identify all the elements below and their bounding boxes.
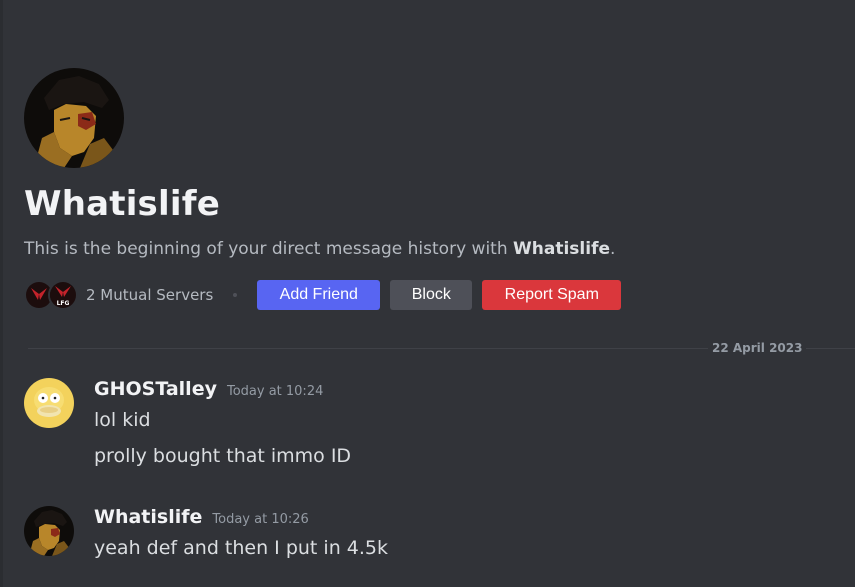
message-group: Whatislife Today at 10:26 yeah def and t… <box>24 506 844 566</box>
intro-prefix: This is the beginning of your direct mes… <box>24 239 514 259</box>
message-body: Whatislife Today at 10:26 yeah def and t… <box>94 506 844 560</box>
message-text: lol kid <box>94 409 151 431</box>
mutual-server-icon-lfg: LFG <box>48 280 78 310</box>
add-friend-button[interactable]: Add Friend <box>257 280 381 310</box>
message-author[interactable]: Whatislife <box>94 506 202 528</box>
separator-dot <box>233 293 238 297</box>
dm-header: Whatislife This is the beginning of your… <box>24 68 844 310</box>
report-spam-button[interactable]: Report Spam <box>482 280 622 310</box>
whatislife-avatar-image <box>24 506 74 556</box>
message-timestamp: Today at 10:24 <box>226 384 324 399</box>
message-group: GHOSTalley Today at 10:24 lol kid prolly… <box>24 378 844 468</box>
message-timestamp: Today at 10:26 <box>212 512 309 527</box>
mutual-servers-link[interactable]: 2 Mutual Servers <box>86 286 213 304</box>
message-header: Whatislife Today at 10:26 <box>94 506 844 532</box>
profile-avatar[interactable] <box>24 68 124 168</box>
message-avatar[interactable] <box>24 506 74 556</box>
message-avatar[interactable] <box>24 378 74 428</box>
intro-name: Whatislife <box>513 239 610 259</box>
message-body: GHOSTalley Today at 10:24 lol kid prolly… <box>94 378 844 468</box>
dm-intro-text: This is the beginning of your direct mes… <box>24 238 844 260</box>
left-edge <box>0 0 3 587</box>
mutual-server-icons[interactable]: LFG <box>24 280 78 310</box>
message-text: prolly bought that immo ID <box>94 445 352 467</box>
message-header: GHOSTalley Today at 10:24 <box>94 378 844 404</box>
message-author[interactable]: GHOSTalley <box>94 378 217 400</box>
date-divider-label: 22 April 2023 <box>708 341 807 355</box>
message-text: yeah def and then I put in 4.5k <box>94 537 388 559</box>
profile-avatar-image <box>24 68 124 168</box>
mutual-icon-label: LFG <box>57 300 70 307</box>
profile-actions: LFG 2 Mutual Servers Add Friend Block Re… <box>24 280 844 310</box>
psyduck-avatar-image <box>24 378 74 428</box>
intro-suffix: . <box>610 239 616 259</box>
profile-username: Whatislife <box>24 184 220 224</box>
block-button[interactable]: Block <box>390 280 473 310</box>
